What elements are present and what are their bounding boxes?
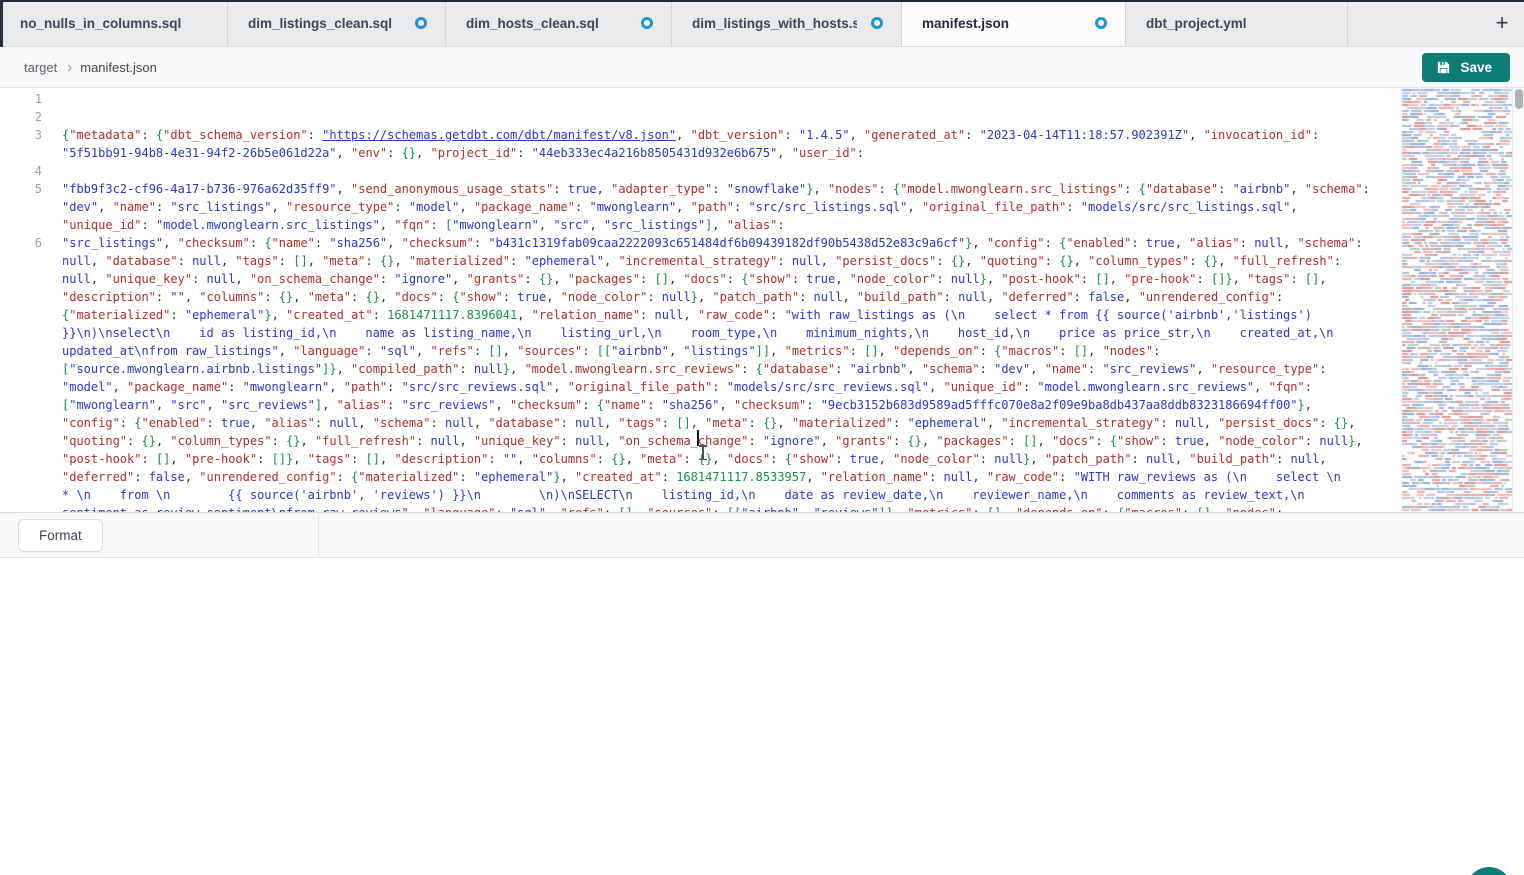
tab-dim-hosts-clean-sql[interactable]: dim_hosts_clean.sql bbox=[446, 0, 672, 46]
editor-minimap[interactable] bbox=[1400, 88, 1512, 512]
editor-scrollbar[interactable] bbox=[1512, 88, 1524, 512]
tab-manifest-json[interactable]: manifest.json bbox=[902, 0, 1126, 46]
save-button-label: Save bbox=[1460, 60, 1492, 75]
tab-bar-spacer bbox=[1348, 0, 1480, 46]
breadcrumb-folder: target bbox=[24, 60, 57, 75]
tab-label: dim_listings_with_hosts.sql bbox=[692, 16, 857, 31]
line-number: 5 bbox=[0, 180, 42, 198]
code-line: 6"src_listings", "checksum": {"name": "s… bbox=[0, 234, 1398, 512]
tab-dim-listings-clean-sql[interactable]: dim_listings_clean.sql bbox=[228, 0, 446, 46]
unsaved-indicator-dot bbox=[641, 17, 653, 29]
tab-label: no_nulls_in_columns.sql bbox=[20, 16, 181, 31]
format-button[interactable]: Format bbox=[18, 519, 103, 552]
tab-label: manifest.json bbox=[922, 16, 1009, 31]
editor-tab-bar: no_nulls_in_columns.sql dim_listings_cle… bbox=[0, 0, 1524, 47]
tab-dbt-project-yml[interactable]: dbt_project.yml bbox=[1126, 0, 1348, 46]
scrollbar-thumb[interactable] bbox=[1515, 89, 1523, 109]
code-editor: 123{"metadata": {"dbt_schema_version": "… bbox=[0, 88, 1524, 512]
line-number: 4 bbox=[0, 162, 42, 180]
mouse-ibeam-cursor bbox=[698, 444, 708, 461]
editor-footer-bar: Format bbox=[0, 512, 1524, 558]
file-header-bar: target › manifest.json Save bbox=[0, 47, 1524, 88]
unsaved-indicator-dot bbox=[871, 17, 883, 29]
chevron-right-icon: › bbox=[67, 59, 72, 76]
unsaved-indicator-dot bbox=[415, 17, 427, 29]
tab-label: dbt_project.yml bbox=[1146, 16, 1247, 31]
code-line: 1 bbox=[0, 90, 1398, 108]
window-left-edge bbox=[0, 0, 3, 47]
footer-divider bbox=[318, 513, 319, 557]
code-line: 2 bbox=[0, 108, 1398, 126]
tab-no-nulls-in-columns-sql[interactable]: no_nulls_in_columns.sql bbox=[0, 0, 228, 46]
save-button[interactable]: Save bbox=[1422, 53, 1510, 82]
code-line: 3{"metadata": {"dbt_schema_version": "ht… bbox=[0, 126, 1398, 162]
line-number: 2 bbox=[0, 108, 42, 126]
tab-label: dim_listings_clean.sql bbox=[248, 16, 392, 31]
tab-label: dim_hosts_clean.sql bbox=[466, 16, 599, 31]
unsaved-indicator-dot bbox=[1095, 17, 1107, 29]
code-line: 4 bbox=[0, 162, 1398, 180]
tab-dim-listings-with-hosts-sql[interactable]: dim_listings_with_hosts.sql bbox=[672, 0, 902, 46]
plus-icon: + bbox=[1496, 10, 1509, 36]
window-top-edge bbox=[0, 0, 1524, 2]
floppy-disk-icon bbox=[1436, 60, 1451, 75]
results-panel bbox=[0, 558, 1524, 875]
line-number: 3 bbox=[0, 126, 42, 144]
new-tab-button[interactable]: + bbox=[1480, 0, 1524, 46]
line-number: 1 bbox=[0, 90, 42, 108]
dbt-ide-window: no_nulls_in_columns.sql dim_listings_cle… bbox=[0, 0, 1524, 875]
code-line: 5"fbb9f3c2-cf96-4a17-b736-976a62d35ff9",… bbox=[0, 180, 1398, 234]
line-number: 6 bbox=[0, 234, 42, 252]
breadcrumb-file: manifest.json bbox=[80, 60, 157, 75]
